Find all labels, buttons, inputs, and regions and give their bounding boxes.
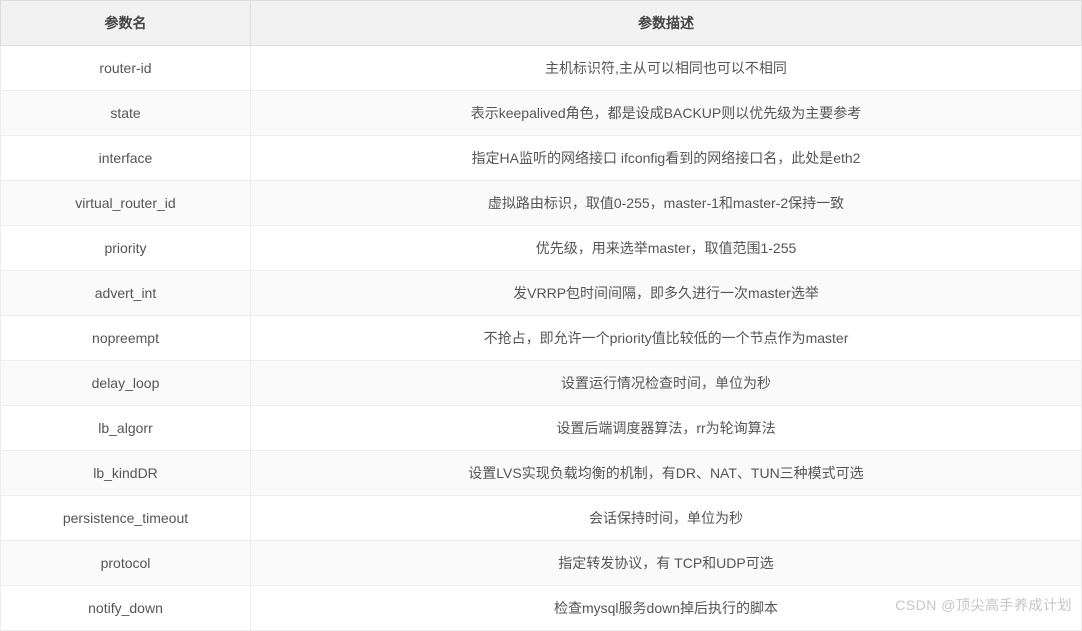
cell-desc: 表示keepalived角色，都是设成BACKUP则以优先级为主要参考 bbox=[251, 91, 1082, 136]
cell-desc: 检查mysql服务down掉后执行的脚本 bbox=[251, 586, 1082, 631]
cell-param: priority bbox=[1, 226, 251, 271]
table-row: delay_loop设置运行情况检查时间，单位为秒 bbox=[1, 361, 1082, 406]
cell-desc: 指定转发协议，有 TCP和UDP可选 bbox=[251, 541, 1082, 586]
cell-desc: 会话保持时间，单位为秒 bbox=[251, 496, 1082, 541]
cell-desc: 设置LVS实现负载均衡的机制，有DR、NAT、TUN三种模式可选 bbox=[251, 451, 1082, 496]
header-desc: 参数描述 bbox=[251, 1, 1082, 46]
cell-param: protocol bbox=[1, 541, 251, 586]
table-row: priority优先级，用来选举master，取值范围1-255 bbox=[1, 226, 1082, 271]
cell-param: notify_down bbox=[1, 586, 251, 631]
table-row: persistence_timeout会话保持时间，单位为秒 bbox=[1, 496, 1082, 541]
cell-desc: 主机标识符,主从可以相同也可以不相同 bbox=[251, 46, 1082, 91]
cell-desc: 优先级，用来选举master，取值范围1-255 bbox=[251, 226, 1082, 271]
param-table: 参数名 参数描述 router-id主机标识符,主从可以相同也可以不相同stat… bbox=[0, 0, 1082, 631]
cell-param: state bbox=[1, 91, 251, 136]
cell-desc: 指定HA监听的网络接口 ifconfig看到的网络接口名，此处是eth2 bbox=[251, 136, 1082, 181]
cell-desc: 设置运行情况检查时间，单位为秒 bbox=[251, 361, 1082, 406]
cell-param: lb_kindDR bbox=[1, 451, 251, 496]
cell-param: lb_algorr bbox=[1, 406, 251, 451]
table-row: interface指定HA监听的网络接口 ifconfig看到的网络接口名，此处… bbox=[1, 136, 1082, 181]
table-row: state表示keepalived角色，都是设成BACKUP则以优先级为主要参考 bbox=[1, 91, 1082, 136]
table-body: router-id主机标识符,主从可以相同也可以不相同state表示keepal… bbox=[1, 46, 1082, 631]
cell-param: advert_int bbox=[1, 271, 251, 316]
cell-desc: 不抢占，即允许一个priority值比较低的一个节点作为master bbox=[251, 316, 1082, 361]
table-row: lb_algorr设置后端调度器算法，rr为轮询算法 bbox=[1, 406, 1082, 451]
cell-param: router-id bbox=[1, 46, 251, 91]
table-row: protocol指定转发协议，有 TCP和UDP可选 bbox=[1, 541, 1082, 586]
cell-param: interface bbox=[1, 136, 251, 181]
cell-desc: 设置后端调度器算法，rr为轮询算法 bbox=[251, 406, 1082, 451]
table-row: notify_down检查mysql服务down掉后执行的脚本 bbox=[1, 586, 1082, 631]
table-row: router-id主机标识符,主从可以相同也可以不相同 bbox=[1, 46, 1082, 91]
cell-param: persistence_timeout bbox=[1, 496, 251, 541]
cell-param: nopreempt bbox=[1, 316, 251, 361]
table-row: virtual_router_id虚拟路由标识，取值0-255，master-1… bbox=[1, 181, 1082, 226]
cell-param: virtual_router_id bbox=[1, 181, 251, 226]
table-row: advert_int发VRRP包时间间隔，即多久进行一次master选举 bbox=[1, 271, 1082, 316]
cell-param: delay_loop bbox=[1, 361, 251, 406]
table-row: lb_kindDR设置LVS实现负载均衡的机制，有DR、NAT、TUN三种模式可… bbox=[1, 451, 1082, 496]
table-row: nopreempt不抢占，即允许一个priority值比较低的一个节点作为mas… bbox=[1, 316, 1082, 361]
cell-desc: 虚拟路由标识，取值0-255，master-1和master-2保持一致 bbox=[251, 181, 1082, 226]
cell-desc: 发VRRP包时间间隔，即多久进行一次master选举 bbox=[251, 271, 1082, 316]
header-param: 参数名 bbox=[1, 1, 251, 46]
